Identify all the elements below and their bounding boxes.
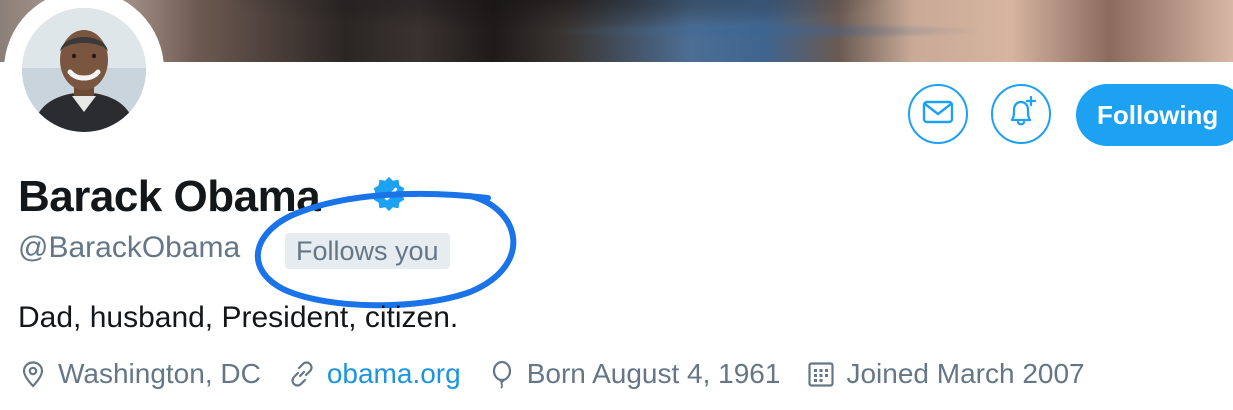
birthday-item: Born August 4, 1961 xyxy=(487,358,781,390)
location-item: Washington, DC xyxy=(18,358,261,390)
follows-you-badge: Follows you xyxy=(285,233,450,269)
profile-bio: Dad, husband, President, citizen. xyxy=(18,301,459,334)
profile-name: Barack Obama xyxy=(18,172,321,221)
website-item[interactable]: obama.org xyxy=(287,358,461,390)
notifications-button[interactable] xyxy=(991,84,1051,144)
location-pin-icon xyxy=(18,359,48,389)
message-button[interactable] xyxy=(908,84,968,144)
balloon-icon xyxy=(487,359,517,389)
joined-item: Joined March 2007 xyxy=(806,358,1085,390)
envelope-icon xyxy=(921,95,955,134)
website-link[interactable]: obama.org xyxy=(327,358,461,390)
birthday-text: Born August 4, 1961 xyxy=(526,358,781,389)
joined-text: Joined March 2007 xyxy=(846,358,1085,389)
profile-banner[interactable] xyxy=(0,0,1233,62)
bell-plus-icon xyxy=(1003,94,1039,135)
profile-handle: @BarackObama xyxy=(18,231,241,264)
link-icon xyxy=(287,359,317,389)
verified-badge-icon xyxy=(370,175,408,213)
avatar-frame xyxy=(4,0,164,150)
location-text: Washington, DC xyxy=(58,358,261,389)
calendar-icon xyxy=(806,359,836,389)
profile-meta: Washington, DC obama.org Born August 4, … xyxy=(18,354,1111,394)
avatar[interactable] xyxy=(22,8,146,132)
following-button[interactable]: Following xyxy=(1076,84,1233,146)
